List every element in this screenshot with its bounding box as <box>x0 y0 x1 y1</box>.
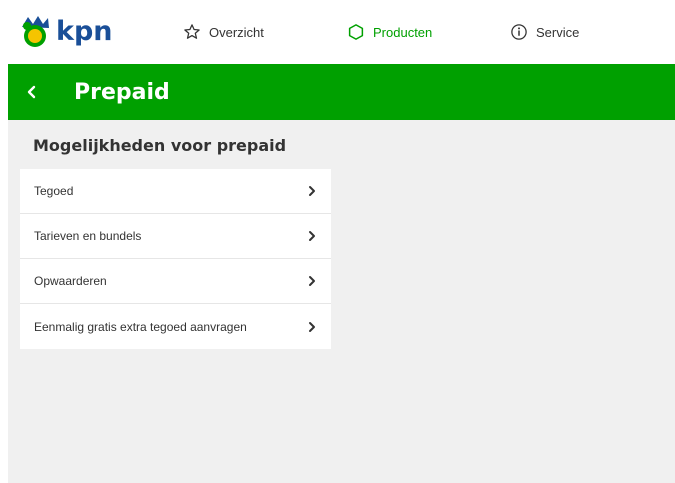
star-icon <box>184 24 200 39</box>
list-item-label: Eenmalig gratis extra tegoed aanvragen <box>34 319 247 334</box>
chevron-left-icon <box>27 85 36 99</box>
nav-service[interactable]: Service <box>510 20 579 44</box>
page-header-bar: Prepaid <box>8 64 675 120</box>
list-item-label: Opwaarderen <box>34 274 107 288</box>
kpn-crown-icon <box>22 16 49 47</box>
kpn-logo[interactable]: kpn <box>18 12 113 50</box>
nav-service-label: Service <box>536 24 580 40</box>
chevron-right-icon <box>309 276 315 286</box>
list-item-opwaarderen[interactable]: Opwaarderen <box>20 259 331 304</box>
list-item-tarieven-en-bundels[interactable]: Tarieven en bundels <box>20 214 331 259</box>
nav-overzicht-label: Overzicht <box>209 24 264 40</box>
list-item-label: Tegoed <box>34 184 74 198</box>
logo-text: kpn <box>56 15 113 47</box>
nav-overzicht[interactable]: Overzicht <box>183 20 264 44</box>
section-title: Mogelijkheden voor prepaid <box>33 136 287 155</box>
back-button[interactable] <box>8 64 56 120</box>
page-title: Prepaid <box>74 79 170 105</box>
chevron-right-icon <box>309 186 315 196</box>
options-list: Tegoed Tarieven en bundels Opwaarderen E… <box>20 169 331 349</box>
list-item-gratis-extra-tegoed[interactable]: Eenmalig gratis extra tegoed aanvragen <box>20 304 331 349</box>
chevron-right-icon <box>309 231 315 241</box>
main-content: Mogelijkheden voor prepaid Tegoed Tariev… <box>8 120 675 483</box>
top-navigation: kpn Overzicht Producten Service <box>0 0 675 64</box>
nav-producten-label: Producten <box>373 24 433 40</box>
chevron-right-icon <box>309 321 315 332</box>
nav-producten[interactable]: Producten <box>347 20 432 44</box>
info-icon <box>511 24 527 40</box>
list-item-label: Tarieven en bundels <box>34 229 142 243</box>
hexagon-icon <box>348 24 364 40</box>
list-item-tegoed[interactable]: Tegoed <box>20 169 331 214</box>
